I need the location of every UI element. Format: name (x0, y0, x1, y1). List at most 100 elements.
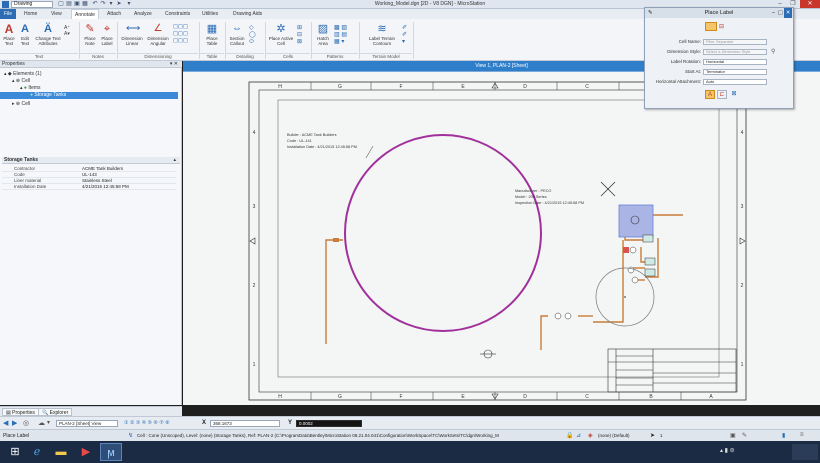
edit-text-button[interactable]: A Edit Text (18, 23, 32, 46)
valves[interactable] (554, 234, 656, 320)
target-icon[interactable]: ◎ (23, 419, 29, 427)
quick-access-more-icon[interactable]: ▾ (126, 1, 132, 7)
tab-home[interactable]: Home (24, 9, 37, 19)
pointer-icon[interactable]: ➤ (650, 432, 655, 439)
cloud-icon[interactable]: ☁ (38, 419, 45, 427)
dropdown-icon[interactable]: ▾ (108, 1, 114, 7)
tab-explorer[interactable]: 🔍 Explorer (38, 408, 73, 416)
view-selector[interactable]: PLAN-2 [Sheet] View (56, 420, 118, 427)
place-note-button[interactable]: ✎ Place Note (82, 23, 98, 46)
place-text-button[interactable]: A Place Text (2, 23, 16, 46)
tree-item-cell-2[interactable]: ▸ ⊕ Cell (0, 101, 182, 108)
place-label-dialog[interactable]: ✎ Place Label – ▢ ✕ ⊟ Cell Name: Filter … (644, 7, 794, 109)
lock-icon[interactable]: 🔒 (566, 432, 573, 439)
tree-item-storage-tanks[interactable]: ● Storage Tanks (0, 92, 178, 99)
expand-icon[interactable]: ▴ (12, 78, 15, 84)
message-center-icon[interactable]: ↯ (128, 432, 133, 439)
tree-item-elements[interactable]: ▴ ◆ Elements (1) (0, 71, 182, 78)
x-coordinate-field[interactable]: 368.1673 (210, 420, 280, 427)
tab-analyze[interactable]: Analyze (134, 9, 152, 19)
media-player-icon[interactable]: ▶ (75, 443, 97, 461)
undo-icon[interactable]: ↶ (92, 1, 98, 7)
leader-style-icon[interactable]: ⊏ (717, 90, 727, 99)
tank-annotation[interactable]: Builder : ACME Tank Builders Code : UL-1… (287, 133, 357, 149)
expand-icon[interactable]: ▴ (20, 85, 23, 91)
back-icon[interactable]: ◀ (3, 419, 8, 427)
accudraw-icon[interactable]: ⊿ (576, 432, 581, 439)
dialog-minimize-icon[interactable]: – (772, 8, 775, 18)
label-alt-type-icon[interactable]: ⊟ (719, 23, 724, 30)
view-number-buttons[interactable]: ① ② ③ ④ ⑤ ⑥ ⑦ ⑧ (124, 420, 170, 427)
change-text-attributes-button[interactable]: Ä Change Text Attributes (34, 23, 62, 46)
forward-icon[interactable]: ▶ (12, 419, 17, 427)
place-table-button[interactable]: ▦ Place Table (203, 23, 221, 46)
hatch-area-button[interactable]: ▨ Hatch Area (314, 23, 332, 46)
tree-item-cell[interactable]: ▴ ⊕ Cell (0, 78, 182, 85)
dialog-close-button[interactable]: ✕ (784, 8, 792, 18)
y-coordinate-field[interactable]: 0.0002 (296, 420, 362, 427)
tab-view[interactable]: View (51, 9, 62, 19)
dimension-small-tools[interactable]: ◻◻◻ ◻◻◻ ◻◻◻ (173, 24, 188, 45)
tray-icons[interactable]: ▴ ▮ ⊜ (720, 447, 735, 454)
property-value[interactable]: 4/21/2015 12:45:58 PM (82, 184, 129, 190)
status-info-icon[interactable]: ▮ (782, 432, 785, 439)
redo-icon[interactable]: ↷ (100, 1, 106, 7)
dropdown-icon[interactable]: ▾ (47, 419, 50, 426)
label-rotation-select[interactable]: Horizontal (703, 59, 767, 65)
selected-pump-highlight[interactable] (618, 204, 654, 238)
horizontal-attachment-select[interactable]: Auto (703, 79, 767, 85)
pick-dimension-style-icon[interactable]: ⚲ (771, 48, 775, 55)
cell-name-field[interactable]: Filter Separator (703, 39, 767, 45)
cells-small-tools[interactable]: ⊞ ⊟ ⊠ (297, 25, 302, 46)
pin-status-icon[interactable]: ✎ (742, 432, 747, 439)
tab-utilities[interactable]: Utilities (202, 9, 218, 19)
drawing-canvas[interactable]: H G F E D C B A H G F E D C B A (183, 72, 820, 405)
expand-icon[interactable]: ▴ (4, 71, 7, 77)
text-small-tools[interactable]: A⁺ A▾ (64, 25, 70, 37)
file-menu-button[interactable]: File (0, 9, 16, 19)
collapse-icon[interactable]: ▴ (173, 157, 176, 164)
tab-drawing-aids[interactable]: Drawing Aids (233, 9, 262, 19)
storage-tank-circle[interactable] (344, 134, 542, 332)
open-file-icon[interactable]: ▤ (66, 1, 72, 7)
save-status-icon[interactable]: ▣ (730, 432, 736, 439)
status-menu-icon[interactable]: ≡ (800, 432, 804, 438)
tab-constraints[interactable]: Constraints (165, 9, 190, 19)
tab-properties[interactable]: ▤ Properties (2, 408, 39, 416)
label-terrain-contours-button[interactable]: ≋ Label Terrain Contours (362, 23, 402, 46)
print-icon[interactable]: ▦ (82, 1, 88, 7)
storage-tanks-section-header[interactable]: Storage Tanks ▴ (2, 157, 180, 164)
place-label-title-bar[interactable]: ✎ Place Label – ▢ ✕ (645, 8, 793, 18)
active-level[interactable]: (none) (Default) (598, 433, 630, 438)
section-callout-button[interactable]: ⇔ Section Callout (227, 23, 247, 46)
patterns-small-tools[interactable]: ▩ ▧ ▥ ▤ ▦ ▾ (334, 25, 347, 46)
dimension-linear-button[interactable]: ⟷ Dimension Linear (120, 23, 144, 46)
workflow-select[interactable]: Drawing (11, 1, 53, 8)
new-file-icon[interactable]: ▢ (58, 1, 64, 7)
left-pipe[interactable] (325, 239, 343, 344)
label-type-icon[interactable] (705, 22, 717, 31)
place-active-cell-button[interactable]: ✲ Place Active Cell (268, 23, 294, 46)
panel-pin-icon[interactable]: ▾ ✕ (170, 61, 178, 68)
selection-tool-icon[interactable]: ➤ (116, 1, 122, 7)
dimension-angular-button[interactable]: ∠ Dimension Angular (146, 23, 170, 46)
internet-explorer-icon[interactable]: ℯ (26, 443, 48, 461)
title-block[interactable] (607, 348, 737, 393)
show-desktop-button[interactable] (792, 444, 818, 460)
file-explorer-icon[interactable]: ▬ (50, 443, 72, 461)
detailing-small-tools[interactable]: ◇ ◯ ⬭ (249, 25, 256, 46)
view-window[interactable]: View 1, PLAN-2 [Sheet] H G F E D C B A H… (183, 61, 820, 405)
microstation-task-icon[interactable]: ϻ (100, 443, 122, 461)
place-label-button[interactable]: ⌖ Place Label (99, 23, 115, 46)
close-button[interactable]: ✕ (800, 0, 820, 8)
start-button-icon[interactable]: ⊞ (4, 443, 26, 461)
start-at-select[interactable]: Terminator (703, 69, 767, 75)
pipe-network[interactable] (540, 214, 683, 350)
terrain-small-tools[interactable]: ✐ ✐ ▾ (402, 25, 407, 46)
dimension-style-select[interactable]: Select a Dimension Style (703, 49, 767, 55)
tab-annotate[interactable]: Annotate (71, 9, 100, 19)
pump-annotation[interactable]: Manufacturer : PECO Model : 200 Series I… (515, 189, 584, 205)
tab-attach[interactable]: Attach (107, 9, 121, 19)
text-style-icon[interactable]: A (705, 90, 715, 99)
dialog-restore-icon[interactable]: ▢ (778, 8, 783, 18)
